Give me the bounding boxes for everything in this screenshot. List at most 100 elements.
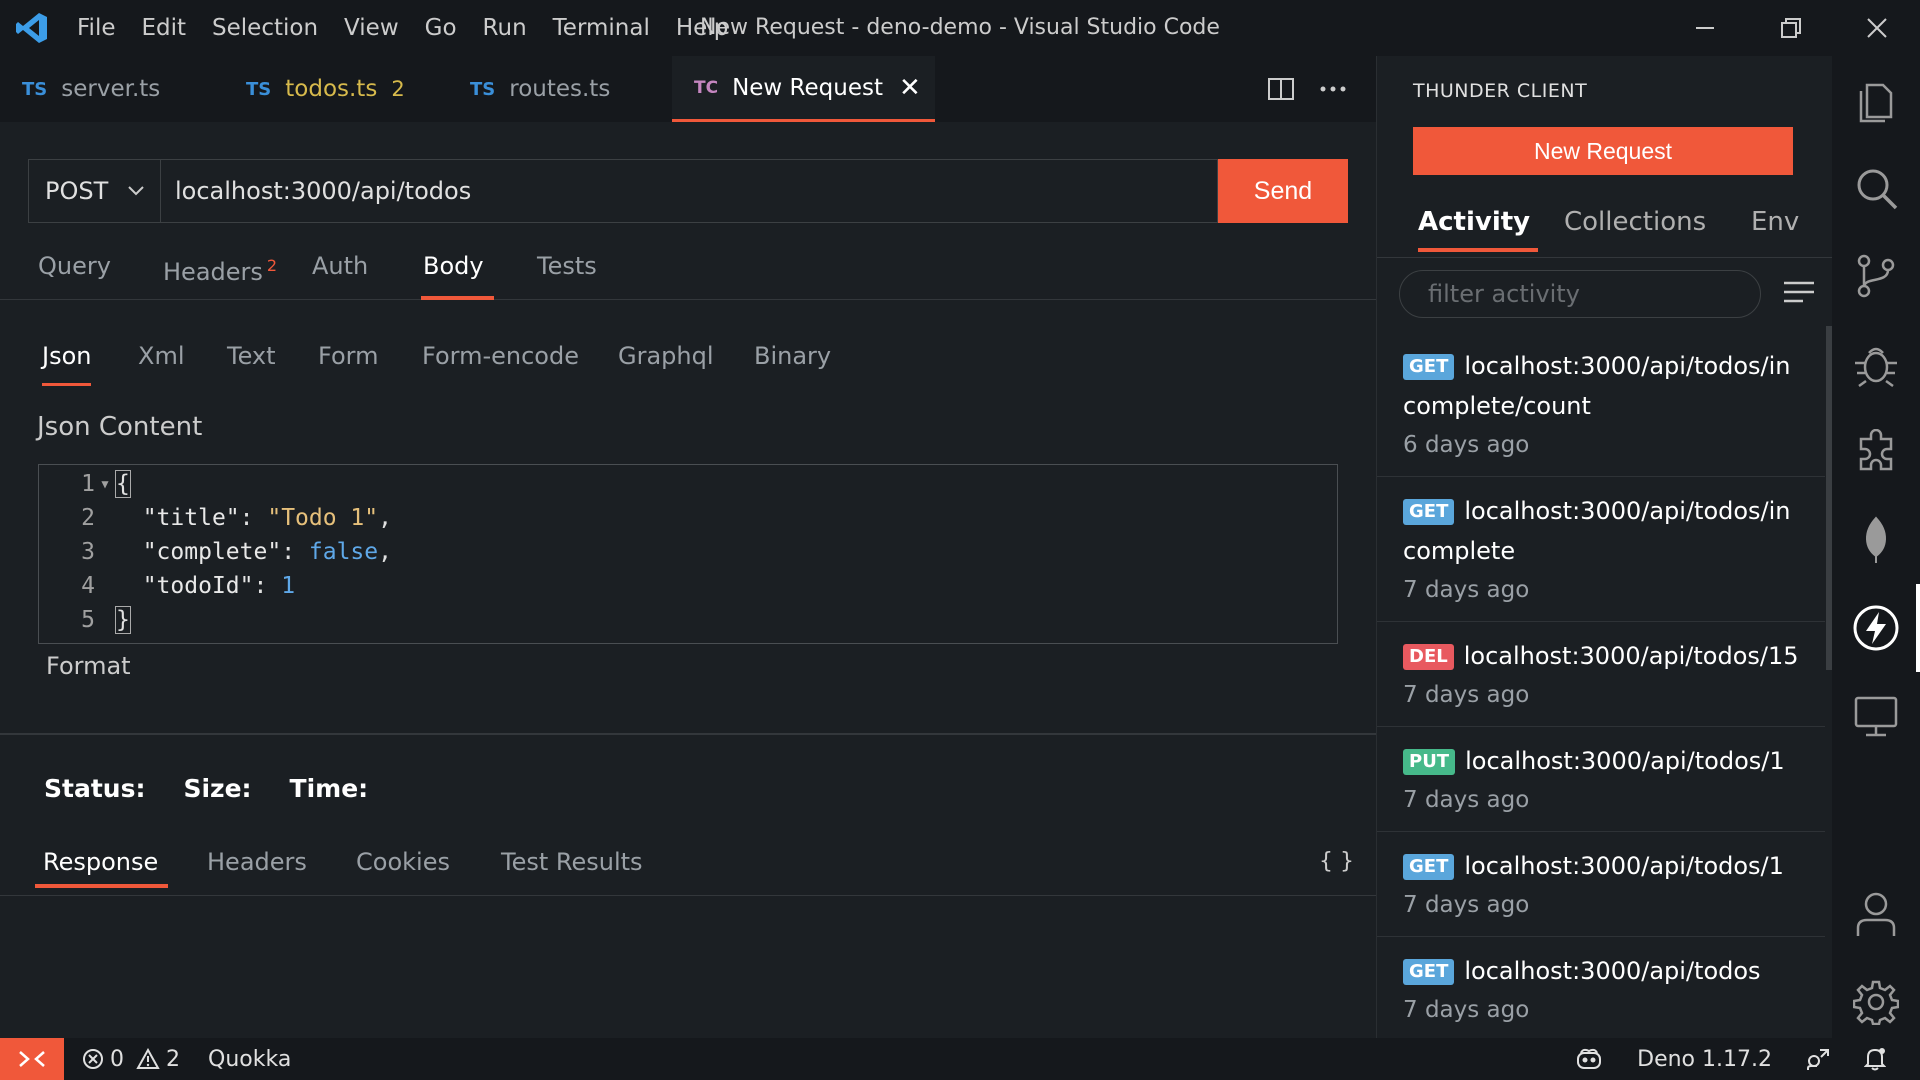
menu-file[interactable]: File bbox=[64, 0, 129, 56]
typescript-file-icon: TS bbox=[246, 78, 272, 100]
copilot-status[interactable] bbox=[1575, 1047, 1603, 1071]
activity-item[interactable]: GET localhost:3000/api/todos/1 7 days ago bbox=[1377, 832, 1825, 937]
body-tab-binary[interactable]: Binary bbox=[754, 334, 831, 378]
tab-new-request[interactable]: TC New Request ✕ bbox=[672, 56, 935, 122]
deno-version[interactable]: Deno 1.17.2 bbox=[1637, 1047, 1772, 1072]
tab-response[interactable]: Response bbox=[34, 836, 169, 888]
method-select[interactable]: POST bbox=[28, 159, 160, 223]
remote-indicator[interactable] bbox=[0, 1038, 64, 1080]
panel-divider[interactable] bbox=[0, 733, 1376, 735]
thunder-client-icon[interactable] bbox=[1832, 584, 1920, 672]
debug-icon[interactable] bbox=[1832, 320, 1920, 408]
more-actions-icon[interactable] bbox=[1320, 85, 1346, 93]
tab-body[interactable]: Body bbox=[421, 242, 494, 300]
activity-time: 6 days ago bbox=[1403, 432, 1530, 458]
code-text: } bbox=[115, 606, 131, 634]
close-window-button[interactable] bbox=[1834, 0, 1920, 56]
tab-response-headers[interactable]: Headers bbox=[207, 836, 307, 888]
filter-activity-input[interactable] bbox=[1399, 270, 1761, 318]
source-control-icon[interactable] bbox=[1832, 232, 1920, 320]
notifications-button[interactable] bbox=[1864, 1047, 1886, 1071]
activity-item[interactable]: DEL localhost:3000/api/todos/15 7 days ag… bbox=[1377, 622, 1825, 727]
activity-item[interactable]: GET localhost:3000/api/todos/incomplete/c… bbox=[1377, 332, 1825, 477]
menu-view[interactable]: View bbox=[331, 0, 412, 56]
code-line: 3 "complete": false, bbox=[39, 535, 1337, 569]
tab-activity[interactable]: Activity bbox=[1418, 192, 1539, 252]
activity-url: localhost:3000/api/todos/incomplete/coun… bbox=[1403, 352, 1791, 420]
search-icon[interactable] bbox=[1832, 144, 1920, 232]
activity-item[interactable]: GET localhost:3000/api/todos/incomplete 7… bbox=[1377, 477, 1825, 622]
menu-go[interactable]: Go bbox=[412, 0, 470, 56]
tab-routes-ts[interactable]: TS routes.ts bbox=[448, 56, 672, 122]
activity-url: localhost:3000/api/todos/15 bbox=[1463, 642, 1799, 670]
body-tab-form-encode[interactable]: Form-encode bbox=[422, 334, 579, 378]
tab-tests[interactable]: Tests bbox=[537, 242, 597, 300]
tab-test-results[interactable]: Test Results bbox=[501, 836, 643, 888]
tab-cookies[interactable]: Cookies bbox=[356, 836, 450, 888]
response-tabs: Response Headers Cookies Test Results { … bbox=[0, 836, 1376, 896]
line-number: 4 bbox=[81, 573, 95, 599]
fold-chevron-icon[interactable]: ▼ bbox=[95, 477, 115, 491]
tab-collections[interactable]: Collections bbox=[1564, 192, 1706, 252]
body-tab-form[interactable]: Form bbox=[318, 334, 378, 378]
line-number: 3 bbox=[81, 539, 95, 565]
menu-selection[interactable]: Selection bbox=[199, 0, 331, 56]
warning-icon bbox=[136, 1048, 160, 1069]
tab-env[interactable]: Env bbox=[1751, 192, 1799, 252]
send-button[interactable]: Send bbox=[1218, 159, 1348, 223]
account-icon[interactable] bbox=[1832, 870, 1920, 958]
url-input[interactable] bbox=[160, 159, 1218, 223]
json-editor[interactable]: 1 ▼ { 2 "title": "Todo 1", 3 "complete":… bbox=[38, 464, 1338, 644]
menu-help[interactable]: Help bbox=[663, 0, 741, 56]
menu-terminal[interactable]: Terminal bbox=[540, 0, 663, 56]
filter-menu-icon[interactable] bbox=[1783, 280, 1815, 306]
format-button[interactable]: Format bbox=[46, 652, 131, 680]
method-badge: GET bbox=[1403, 354, 1455, 380]
typescript-file-icon: TS bbox=[22, 78, 48, 100]
tab-headers[interactable]: Headers 2 bbox=[163, 242, 277, 300]
tab-query[interactable]: Query bbox=[38, 242, 111, 300]
request-tabs: Query Headers 2 Auth Body Tests bbox=[0, 242, 1376, 300]
filter-row bbox=[1399, 270, 1819, 318]
problems-indicator[interactable]: 0 2 bbox=[82, 1047, 180, 1072]
extensions-icon[interactable] bbox=[1832, 408, 1920, 496]
close-tab-icon[interactable]: ✕ bbox=[899, 73, 921, 103]
json-content-label: Json Content bbox=[37, 412, 203, 442]
method-badge: DEL bbox=[1403, 644, 1454, 670]
activity-bar bbox=[1832, 56, 1920, 1038]
error-count: 0 bbox=[110, 1046, 124, 1072]
explorer-icon[interactable] bbox=[1832, 56, 1920, 144]
code-text: { bbox=[115, 470, 131, 498]
minimize-button[interactable] bbox=[1662, 0, 1748, 56]
activity-item[interactable]: GET localhost:3000/api/todos 7 days ago bbox=[1377, 937, 1825, 1042]
restore-button[interactable] bbox=[1748, 0, 1834, 56]
activity-time: 7 days ago bbox=[1403, 682, 1530, 708]
thunder-client-file-icon: TC bbox=[694, 77, 719, 98]
time-label: Time: bbox=[289, 774, 369, 803]
body-tab-json[interactable]: Json bbox=[42, 334, 92, 386]
settings-gear-icon[interactable] bbox=[1832, 958, 1920, 1046]
split-editor-icon[interactable] bbox=[1268, 77, 1294, 101]
json-key: "title" bbox=[142, 505, 240, 531]
code-line: 2 "title": "Todo 1", bbox=[39, 501, 1337, 535]
body-tab-text[interactable]: Text bbox=[227, 334, 276, 378]
new-request-button[interactable]: New Request bbox=[1413, 127, 1793, 175]
menu-run[interactable]: Run bbox=[470, 0, 540, 56]
tab-todos-ts[interactable]: TS todos.ts 2 bbox=[224, 56, 448, 122]
active-view-indicator bbox=[1916, 584, 1920, 672]
body-tab-graphql[interactable]: Graphql bbox=[618, 334, 714, 378]
mongodb-leaf-icon[interactable] bbox=[1832, 496, 1920, 584]
activity-item[interactable]: PUT localhost:3000/api/todos/1 7 days ago bbox=[1377, 727, 1825, 832]
remote-explorer-icon[interactable] bbox=[1832, 672, 1920, 760]
json-braces-icon[interactable]: { } bbox=[1319, 836, 1354, 888]
activity-list: GET localhost:3000/api/todos/incomplete/c… bbox=[1377, 332, 1825, 1042]
tab-server-ts[interactable]: TS server.ts bbox=[0, 56, 224, 122]
activity-url: localhost:3000/api/todos/incomplete bbox=[1403, 497, 1791, 565]
quokka-status[interactable]: Quokka bbox=[208, 1047, 291, 1072]
live-share-status[interactable] bbox=[1806, 1047, 1830, 1071]
body-tab-xml[interactable]: Xml bbox=[138, 334, 185, 378]
menu-edit[interactable]: Edit bbox=[129, 0, 200, 56]
method-badge: GET bbox=[1403, 959, 1455, 985]
code-line: 5 } bbox=[39, 603, 1337, 637]
tab-auth[interactable]: Auth bbox=[312, 242, 368, 300]
